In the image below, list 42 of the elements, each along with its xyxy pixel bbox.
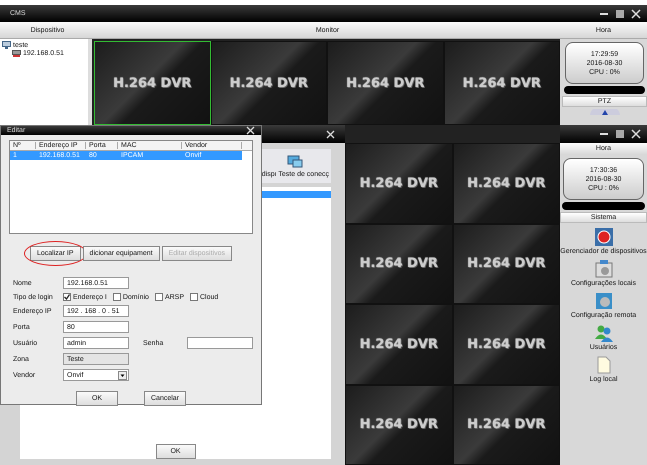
checkbox[interactable] [154, 293, 163, 301]
video-tile[interactable]: H.264 DVR [452, 143, 560, 224]
checkbox[interactable] [112, 293, 121, 301]
video-tile-label: H.264 DVR [462, 76, 541, 90]
video-tile[interactable]: H.264 DVR [94, 41, 210, 125]
maximize-icon[interactable] [615, 130, 625, 138]
close-icon[interactable] [631, 129, 641, 139]
video-tile[interactable]: H.264 DVR [345, 143, 452, 224]
checkbox[interactable] [63, 293, 71, 301]
video-tile-label: H.264 DVR [467, 256, 546, 272]
video-tile-label: H.264 DVR [467, 336, 546, 352]
video-tile-label: H.264 DVR [346, 76, 424, 90]
video-tile[interactable]: H.264 DVR [345, 384, 452, 465]
video-tile[interactable]: H.264 DVR [210, 41, 327, 125]
checkbox[interactable] [190, 293, 198, 301]
monitor-icon [287, 154, 304, 168]
minimize-icon[interactable] [599, 130, 609, 138]
video-tile-label: H.264 DVR [467, 417, 546, 432]
video-tile[interactable]: H.264 DVR [452, 384, 560, 465]
video-tile-label: H.264 DVR [113, 76, 192, 90]
video-tile-label: H.264 DVR [360, 176, 438, 191]
record-icon [594, 228, 612, 246]
password-field[interactable] [187, 337, 253, 349]
computer-icon [2, 41, 11, 49]
video-tile[interactable]: H.264 DVR [345, 224, 452, 304]
video-tile[interactable]: H.264 DVR [345, 304, 452, 384]
video-tile-label: H.264 DVR [360, 256, 438, 272]
video-tile[interactable]: H.264 DVR [327, 41, 444, 125]
maximize-icon[interactable] [615, 10, 625, 18]
video-tile-label: H.264 DVR [230, 76, 308, 90]
close-icon[interactable] [631, 8, 641, 18]
ptz-control-icon[interactable] [590, 109, 620, 115]
video-tile[interactable]: H.264 DVR [452, 224, 560, 304]
video-tile[interactable]: H.264 DVR [452, 304, 560, 384]
video-tile-label: H.264 DVR [467, 176, 546, 191]
document-icon [596, 356, 610, 374]
video-tile[interactable]: H.264 DVR [444, 41, 560, 125]
close-icon[interactable] [326, 130, 335, 138]
users-icon [594, 324, 612, 342]
video-tile-label: H.264 DVR [360, 417, 438, 432]
video-tile-label: H.264 DVR [360, 336, 438, 352]
close-icon[interactable] [246, 126, 255, 135]
